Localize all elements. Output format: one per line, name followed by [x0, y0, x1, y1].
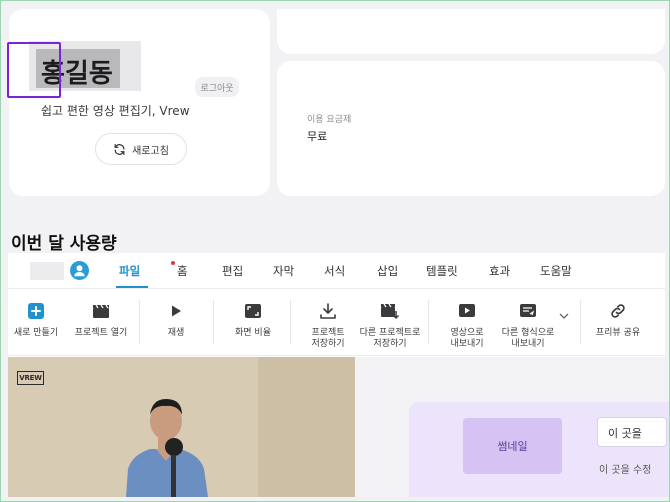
refresh-label: 새로고침	[132, 145, 169, 157]
play-button[interactable]: 재생	[156, 294, 196, 339]
menu-help[interactable]: 도움말	[540, 263, 572, 279]
document-export-icon	[520, 304, 536, 317]
aspect-ratio-button[interactable]: 화면 비율	[229, 294, 277, 339]
share-preview-label: 프리뷰 공유	[595, 328, 641, 338]
save-project-button[interactable]: 프로젝트 저장하기	[302, 294, 354, 350]
toolbar: 새로 만들기 프로젝트 열기 재생 화면 비율 프로젝트 저장하기 다른 프로젝…	[8, 290, 665, 356]
editor-preview: 파일 홈 편집 자막 서식 삽입 템플릿 효과 도움말 새로 만들기 프로젝트 …	[8, 253, 669, 497]
toolbar-separator	[428, 300, 429, 344]
menu-template[interactable]: 템플릿	[426, 263, 458, 279]
play-icon	[172, 305, 181, 317]
toolbar-separator	[213, 300, 214, 344]
chevron-down-icon	[559, 313, 569, 319]
avatar[interactable]	[70, 261, 89, 280]
save-as-project-label: 다른 프로젝트로 저장하기	[359, 328, 421, 349]
open-project-label: 프로젝트 열기	[74, 328, 128, 338]
new-project-label: 새로 만들기	[13, 328, 59, 338]
save-project-label: 프로젝트 저장하기	[311, 328, 345, 349]
refresh-button[interactable]: 새로고침	[95, 133, 187, 165]
plan-label: 이용 요금제	[307, 115, 352, 125]
menubar-placeholder	[30, 262, 64, 280]
thumbnail-edit-hint: 이 곳을 수정	[599, 465, 652, 476]
window-frame: 홍길동 로그아웃 쉽고 편한 영상 편집기, Vrew 새로고침 이용 요금제 …	[0, 0, 670, 502]
thumbnail-button[interactable]: 썸네일	[463, 418, 562, 474]
toolbar-separator	[139, 300, 140, 344]
export-dropdown-toggle[interactable]	[558, 313, 570, 320]
aspect-ratio-icon	[245, 304, 261, 318]
menubar: 파일 홈 편집 자막 서식 삽입 템플릿 효과 도움말	[8, 253, 665, 289]
plan-card	[277, 61, 665, 196]
plan-value: 무료	[307, 130, 328, 143]
menu-home[interactable]: 홈	[177, 263, 188, 279]
video-preview[interactable]: VREW VREW	[8, 357, 355, 497]
menu-format[interactable]: 서식	[324, 263, 345, 279]
thumbnail-card: 썸네일 이 곳을 이 곳을 수정	[409, 402, 669, 497]
open-project-button[interactable]: 프로젝트 열기	[68, 294, 134, 339]
new-project-highlight	[7, 42, 61, 98]
export-other-format-label: 다른 형식으로 내보내기	[501, 328, 555, 349]
new-project-button[interactable]: 새로 만들기	[12, 294, 60, 339]
save-as-project-button[interactable]: 다른 프로젝트로 저장하기	[357, 294, 423, 350]
toolbar-separator	[290, 300, 291, 344]
menu-subtitle[interactable]: 자막	[273, 263, 294, 279]
export-other-format-button[interactable]: 다른 형식으로 내보내기	[498, 294, 558, 350]
vrew-logo-overlay: VREW	[17, 371, 44, 385]
top-right-card	[277, 9, 665, 54]
usage-title: 이번 달 사용량	[11, 234, 117, 254]
thumbnail-pane: 썸네일 이 곳을 이 곳을 수정	[355, 357, 669, 497]
menu-effect[interactable]: 효과	[489, 263, 510, 279]
export-video-label: 영상으로 내보내기	[450, 328, 484, 349]
logout-button[interactable]: 로그아웃	[195, 77, 239, 97]
download-icon	[320, 303, 336, 319]
play-label: 재생	[167, 328, 185, 338]
aspect-ratio-label: 화면 비율	[235, 328, 271, 338]
link-icon	[611, 304, 625, 318]
video-export-icon	[459, 304, 475, 317]
presenter-image	[8, 357, 355, 497]
plus-square-icon	[28, 303, 44, 319]
export-video-button[interactable]: 영상으로 내보내기	[444, 294, 490, 350]
tagline: 쉽고 편한 영상 편집기, Vrew	[41, 104, 190, 118]
user-icon	[74, 265, 85, 277]
menu-edit[interactable]: 편집	[222, 263, 243, 279]
notification-dot	[171, 261, 175, 265]
refresh-icon	[114, 143, 125, 155]
menu-active-underline	[116, 286, 148, 288]
clapperboard-save-icon	[381, 303, 400, 320]
menu-file[interactable]: 파일	[119, 263, 140, 279]
toolbar-separator	[580, 300, 581, 344]
share-preview-button[interactable]: 프리뷰 공유	[594, 294, 642, 339]
thumbnail-text-field[interactable]: 이 곳을	[597, 417, 667, 447]
clapperboard-icon	[93, 304, 109, 318]
menu-insert[interactable]: 삽입	[377, 263, 398, 279]
